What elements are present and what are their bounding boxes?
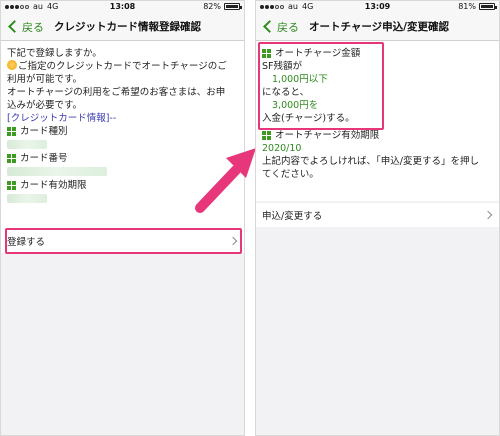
chevron-right-icon bbox=[483, 210, 493, 220]
confirm-line-2: てください。 bbox=[262, 169, 319, 180]
register-label: 登録する bbox=[7, 237, 46, 248]
confirm-content: オートチャージ金額 SF残額が 1,000円以下 になると、 3,000円を 入… bbox=[256, 41, 499, 201]
page-title: クレジットカード情報登録確認 bbox=[54, 21, 201, 33]
card-expiry-value bbox=[7, 194, 47, 203]
expiry-heading: オートチャージ有効期限 bbox=[262, 129, 493, 142]
section-title: [クレジットカード情報]-- bbox=[7, 113, 117, 124]
battery-icon bbox=[224, 3, 242, 10]
apply-label: 申込/変更する bbox=[262, 211, 323, 222]
apply-button[interactable]: 申込/変更する bbox=[256, 203, 499, 227]
card-expiry-label: カード有効期限 bbox=[7, 179, 238, 192]
status-bar: au 4G 13:08 82% bbox=[1, 1, 244, 13]
intro-text: 下記で登録しますか。 bbox=[7, 48, 102, 59]
nav-bar: 戻る オートチャージ申込/変更確認 bbox=[256, 13, 499, 41]
back-button[interactable]: 戻る bbox=[256, 13, 299, 40]
register-button[interactable]: 登録する bbox=[1, 229, 244, 253]
confirm-content: 下記で登録しますか。 ご指定のクレジットカードでオートチャージのご 利用が可能で… bbox=[1, 41, 244, 211]
chevron-left-icon bbox=[8, 20, 21, 33]
right-screen: au 4G 13:09 81% 戻る オートチャージ申込/変更確認 オートチャー… bbox=[255, 0, 500, 436]
card-number-label: カード番号 bbox=[7, 152, 238, 165]
page-title: オートチャージ申込/変更確認 bbox=[309, 21, 450, 33]
card-type-value bbox=[7, 140, 47, 149]
expiry-value: 2020/10 bbox=[262, 143, 302, 154]
grid-icon bbox=[7, 154, 16, 163]
charge-value: 3,000円を bbox=[272, 100, 319, 111]
back-button[interactable]: 戻る bbox=[1, 13, 44, 40]
notice-line-3: オートチャージの利用をご希望のお客さまは、お申 bbox=[7, 87, 226, 98]
confirm-line-1: 上記内容でよろしければ、「申込/変更する」を押し bbox=[262, 156, 479, 167]
battery-percent: 82% bbox=[203, 2, 221, 11]
battery-icon bbox=[479, 3, 497, 10]
amount-line-1: SF残額が bbox=[262, 61, 302, 72]
back-label: 戻る bbox=[22, 20, 44, 34]
grid-icon bbox=[7, 127, 16, 136]
amount-heading: オートチャージ金額 bbox=[262, 47, 493, 60]
amount-line-5: 入金(チャージ)する。 bbox=[262, 113, 355, 124]
card-number-value bbox=[7, 167, 107, 176]
back-label: 戻る bbox=[277, 20, 299, 34]
nav-bar: 戻る クレジットカード情報登録確認 bbox=[1, 13, 244, 41]
battery-percent: 81% bbox=[458, 2, 476, 11]
grid-icon bbox=[262, 49, 271, 58]
grid-icon bbox=[262, 131, 271, 140]
notice-line-4: 込みが必要です。 bbox=[7, 100, 83, 111]
threshold-value: 1,000円以下 bbox=[272, 74, 328, 85]
caution-icon bbox=[7, 60, 17, 70]
chevron-left-icon bbox=[263, 20, 276, 33]
notice-line-2: 利用が可能です。 bbox=[7, 74, 83, 85]
card-type-label: カード種別 bbox=[7, 125, 238, 138]
status-bar: au 4G 13:09 81% bbox=[256, 1, 499, 13]
notice-line-1: ご指定のクレジットカードでオートチャージのご bbox=[7, 60, 238, 73]
left-screen: au 4G 13:08 82% 戻る クレジットカード情報登録確認 下記で登録し… bbox=[0, 0, 245, 436]
amount-line-3: になると、 bbox=[262, 87, 310, 98]
grid-icon bbox=[7, 181, 16, 190]
chevron-right-icon bbox=[228, 236, 238, 246]
